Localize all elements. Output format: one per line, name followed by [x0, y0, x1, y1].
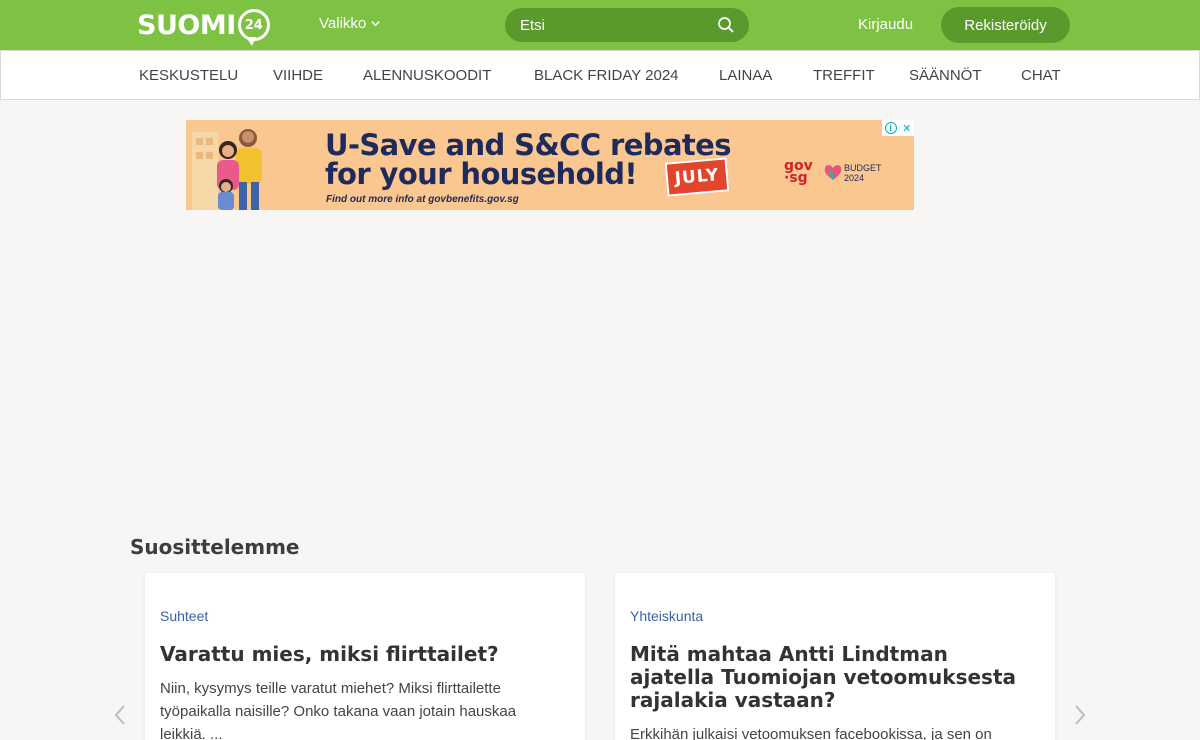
nav-item-alennuskoodit[interactable]: ALENNUSKOODIT: [363, 67, 491, 84]
ad-controls: i ✕: [882, 120, 914, 136]
login-link[interactable]: Kirjaudu: [858, 16, 913, 33]
gov-sg-logo: gov ·sg: [784, 158, 813, 186]
main-navigation: KESKUSTELU VIIHDE ALENNUSKOODIT BLACK FR…: [0, 50, 1200, 100]
register-button[interactable]: Rekisteröidy: [941, 7, 1070, 43]
nav-item-viihde[interactable]: VIIHDE: [273, 67, 323, 84]
nav-item-saannot[interactable]: SÄÄNNÖT: [909, 67, 982, 84]
family-illustration-icon: [192, 129, 262, 210]
nav-item-keskustelu[interactable]: KESKUSTELU: [139, 67, 238, 84]
ad-close-icon[interactable]: ✕: [902, 122, 911, 135]
ad-subtext: Find out more info at govbenefits.gov.sg: [326, 194, 519, 205]
card-title[interactable]: Varattu mies, miksi flirttailet?: [160, 643, 565, 666]
recommended-card[interactable]: Suhteet Varattu mies, miksi flirttailet?…: [145, 573, 585, 740]
search-input[interactable]: [505, 8, 705, 42]
nav-item-lainaa[interactable]: LAINAA: [719, 67, 772, 84]
budget-logo: BUDGET 2024: [844, 163, 882, 183]
logo-text: SUOMI: [137, 9, 236, 41]
ad-banner[interactable]: U-Save and S&CC rebates for your househo…: [186, 120, 914, 210]
logo-speech-bubble-icon: 24: [237, 9, 270, 46]
card-title[interactable]: Mitä mahtaa Antti Lindtman ajatella Tuom…: [630, 643, 1035, 712]
carousel-next-icon[interactable]: [1073, 704, 1087, 726]
ad-info-icon[interactable]: i: [884, 122, 897, 134]
nav-item-black-friday[interactable]: BLACK FRIDAY 2024: [534, 67, 679, 84]
ad-headline-2: for your household!: [325, 157, 638, 191]
menu-dropdown-button[interactable]: Valikko: [319, 15, 381, 32]
card-category[interactable]: Yhteiskunta: [630, 608, 703, 624]
menu-label: Valikko: [319, 15, 367, 32]
card-excerpt: Niin, kysymys teille varatut miehet? Mik…: [160, 680, 517, 740]
card-excerpt: Erkkihän julkaisi vetoomuksen facebookis…: [630, 726, 992, 740]
site-logo[interactable]: SUOMI 24: [137, 6, 270, 46]
section-heading: Suosittelemme: [130, 535, 300, 559]
recommended-card[interactable]: Yhteiskunta Mitä mahtaa Antti Lindtman a…: [615, 573, 1055, 740]
carousel-prev-icon[interactable]: [113, 704, 127, 726]
nav-item-treffit[interactable]: TREFFIT: [813, 67, 875, 84]
budget-heart-icon: [824, 164, 842, 180]
nav-item-chat[interactable]: CHAT: [1021, 67, 1061, 84]
top-bar: SUOMI 24 Valikko Kirjaudu Rekisteröidy: [0, 0, 1200, 50]
ad-july-badge: JULY: [664, 157, 730, 197]
search-icon[interactable]: [717, 16, 735, 34]
search-bar: [505, 8, 749, 42]
card-category[interactable]: Suhteet: [160, 608, 208, 624]
chevron-down-icon: [371, 21, 380, 27]
